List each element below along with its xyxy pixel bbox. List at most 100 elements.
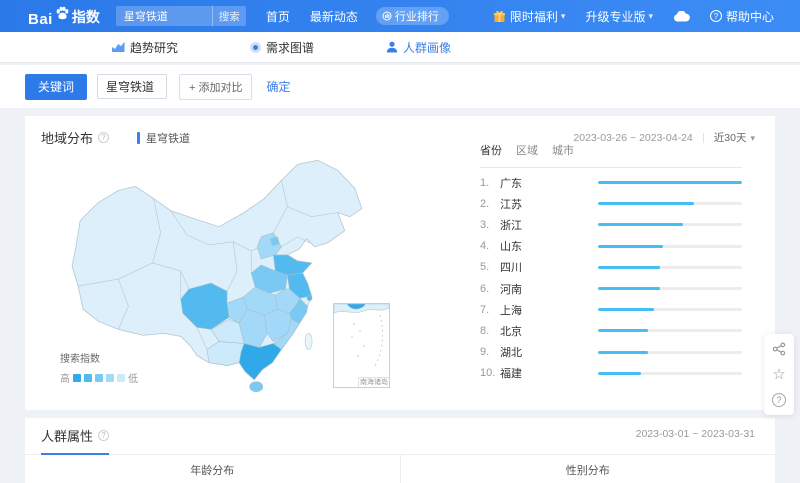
- index-bar-fill: [598, 329, 649, 333]
- gift-icon: [493, 10, 505, 22]
- region-scope-tab[interactable]: 区域: [516, 142, 538, 158]
- navbar-search-input[interactable]: [115, 10, 212, 22]
- age-distribution-title: 年龄分布: [190, 465, 235, 477]
- rank-number: 9.: [480, 346, 490, 359]
- add-compare-button[interactable]: + 添加对比: [179, 73, 253, 100]
- province-rank-row: 2. 江苏: [480, 193, 742, 214]
- index-bar-fill: [598, 265, 660, 269]
- region-scope-tabs: 省份 区域 城市: [480, 142, 742, 168]
- favorite-star-icon[interactable]: [772, 367, 785, 382]
- province-name: 湖北: [500, 347, 522, 360]
- cloud-icon: [674, 10, 690, 21]
- province-hainan[interactable]: [249, 381, 264, 393]
- rank-number: 7.: [480, 303, 490, 316]
- navbar-search-button[interactable]: 搜索: [211, 6, 246, 26]
- logo-text-bai: Bai: [28, 10, 53, 28]
- logo-text-index: 指数: [71, 8, 100, 25]
- province-rank-row: 10. 福建: [480, 363, 742, 384]
- legend-swatch: [73, 373, 81, 382]
- help-question-icon[interactable]: [772, 393, 786, 407]
- baidu-index-logo[interactable]: Bai 指数: [28, 5, 100, 28]
- region-distribution-panel: 地域分布 星穹铁道 2023-03-26 ~ 2023-04-24 近30天: [25, 116, 775, 410]
- province-name: 上海: [500, 304, 522, 317]
- province-beijing[interactable]: [269, 236, 280, 247]
- index-bar-track: [598, 181, 742, 185]
- index-bar-track: [598, 329, 742, 333]
- demographics-title: 人群属性: [41, 429, 94, 444]
- upgrade-pro-label: 升级专业版: [585, 9, 646, 24]
- legend-high-label: 高: [60, 374, 70, 385]
- keyword-toolbar: 关键词 + 添加对比 确定: [0, 65, 800, 108]
- upgrade-pro-menu[interactable]: 升级专业版: [585, 8, 653, 25]
- province-shanghai[interactable]: [306, 295, 313, 301]
- index-bar-fill: [598, 371, 642, 375]
- share-button[interactable]: [772, 342, 786, 356]
- rank-number: 6.: [480, 282, 490, 295]
- message-cloud-button[interactable]: [673, 10, 690, 22]
- nav-home-link[interactable]: 首页: [266, 8, 290, 25]
- index-bar-track: [598, 223, 742, 227]
- baidu-paw-icon: [54, 5, 71, 27]
- series-color-marker: [137, 131, 141, 144]
- index-bar-fill: [598, 244, 663, 248]
- help-center-link[interactable]: 帮助中心: [709, 8, 774, 25]
- province-name: 北京: [500, 325, 522, 338]
- index-bar-track: [598, 202, 742, 206]
- medal-icon: [382, 11, 392, 21]
- province-rank-row: 8. 北京: [480, 320, 742, 341]
- limited-benefit-menu[interactable]: 限时福利: [493, 8, 566, 25]
- tab-trend-research[interactable]: 趋势研究: [112, 39, 178, 56]
- floating-side-toolbar: [764, 334, 794, 415]
- province-rank-row: 3. 浙江: [480, 214, 742, 235]
- province-rank-row: 5. 四川: [480, 257, 742, 278]
- province-rank-row: 1. 广东: [480, 172, 742, 193]
- legend-swatch: [84, 373, 92, 382]
- index-bar-fill: [598, 287, 660, 291]
- province-name: 河南: [500, 283, 522, 296]
- province-name: 福建: [500, 368, 522, 381]
- age-distribution-section: 年龄分布 星穹铁道 全网分布 TGI: [25, 455, 401, 483]
- top-navbar: Bai 指数 搜索 首页 最新动态 行业排行 限时福利 升级专业版: [0, 0, 800, 32]
- help-circle-icon: [709, 10, 722, 22]
- region-panel-title: 地域分布: [41, 131, 94, 146]
- topbar-right-group: 限时福利 升级专业版 帮助中心: [473, 8, 774, 25]
- keyword-button[interactable]: 关键词: [25, 73, 87, 100]
- rank-number: 1.: [480, 176, 490, 189]
- rank-number: 4.: [480, 240, 490, 253]
- region-scope-tab[interactable]: 省份: [480, 142, 502, 158]
- index-bar-fill: [598, 202, 695, 206]
- tab-audience-profile[interactable]: 人群画像: [386, 39, 451, 56]
- tab-demand-graph[interactable]: 需求图谱: [250, 39, 314, 56]
- region-help-icon[interactable]: [98, 132, 110, 143]
- demographics-help-icon[interactable]: [98, 430, 110, 441]
- gender-distribution-section: 性别分布 星穹铁道 全网分布 TGI: [401, 455, 776, 483]
- nav-news-link[interactable]: 最新动态: [310, 8, 358, 25]
- rank-number: 2.: [480, 197, 490, 210]
- confirm-link[interactable]: 确定: [266, 78, 290, 95]
- province-guangdong[interactable]: [238, 343, 282, 381]
- province-name: 江苏: [500, 198, 522, 211]
- radar-dot-icon: [250, 41, 262, 53]
- region-scope-tab[interactable]: 城市: [552, 142, 574, 158]
- help-center-label: 帮助中心: [725, 9, 774, 24]
- legend-low-label: 低: [128, 374, 138, 385]
- index-bar-track: [598, 371, 742, 375]
- province-rank-row: 6. 河南: [480, 278, 742, 299]
- province-name: 山东: [500, 241, 522, 254]
- province-rank-row: 7. 上海: [480, 299, 742, 320]
- industry-ranking-button[interactable]: 行业排行: [375, 7, 449, 25]
- legend-swatch: [95, 373, 103, 382]
- inset-map: [333, 303, 390, 367]
- map-legend-title: 搜索指数: [60, 354, 100, 365]
- index-bar-track: [598, 244, 742, 248]
- keyword-input[interactable]: [97, 74, 167, 99]
- index-bar-track: [598, 287, 742, 291]
- trend-chart-icon: [112, 41, 125, 52]
- rank-number: 5.: [480, 261, 490, 274]
- province-name: 四川: [500, 262, 522, 275]
- province-taiwan[interactable]: [304, 333, 313, 350]
- index-bar-track: [598, 350, 742, 354]
- section-tabbar: 趋势研究 需求图谱 人群画像: [0, 32, 800, 63]
- rank-number: 8.: [480, 324, 490, 337]
- province-name: 浙江: [500, 219, 522, 232]
